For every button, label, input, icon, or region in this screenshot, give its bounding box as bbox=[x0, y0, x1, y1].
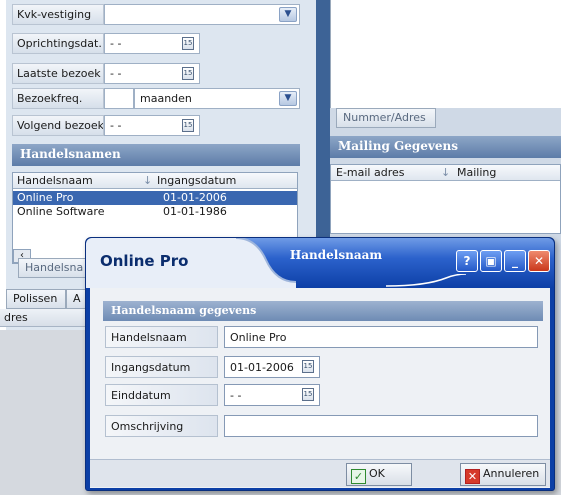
table-row[interactable]: Online Pro 01-01-2006 bbox=[13, 191, 297, 205]
row-name: Online Pro bbox=[17, 191, 74, 204]
volgend-bezoek-field[interactable]: - - 15 bbox=[104, 115, 200, 136]
laatste-bezoek-field[interactable]: - - 15 bbox=[104, 63, 200, 84]
ok-label: OK bbox=[369, 467, 385, 480]
row-name: Online Software bbox=[17, 205, 105, 218]
handelsnaam-input[interactable]: Online Pro bbox=[224, 326, 538, 348]
bezoekfreq-unit-value: maanden bbox=[140, 92, 192, 105]
grid-header: E-mail adres ↓ Mailing bbox=[331, 165, 560, 181]
chevron-down-icon[interactable]: ▼ bbox=[279, 91, 297, 106]
calendar-icon[interactable]: 15 bbox=[182, 119, 194, 132]
help-icon[interactable]: ? bbox=[456, 250, 478, 272]
handelsnaam-label: Handelsnaam bbox=[105, 326, 218, 348]
options-icon[interactable]: ▣ bbox=[480, 250, 502, 272]
sort-arrow-icon: ↓ bbox=[441, 166, 451, 179]
annuleren-label: Annuleren bbox=[483, 467, 540, 480]
ingangsdatum-label: Ingangsdatum bbox=[105, 356, 218, 378]
laatste-bezoek-value: - - bbox=[110, 67, 122, 80]
calendar-icon[interactable]: 15 bbox=[302, 388, 314, 401]
dialog-body: Handelsnaam gegevens Handelsnaam Online … bbox=[90, 288, 550, 488]
laatste-bezoek-label: Laatste bezoek bbox=[12, 63, 104, 84]
column-header-ingangsdatum[interactable]: Ingangsdatum bbox=[157, 174, 236, 187]
kvk-vestiging-select[interactable]: ▼ bbox=[104, 4, 300, 25]
cancel-x-icon: ✕ bbox=[465, 469, 480, 484]
checkmark-icon: ✓ bbox=[351, 469, 366, 484]
kvk-vestiging-label: Kvk-vestiging bbox=[12, 4, 104, 25]
ingangsdatum-input[interactable]: 01-01-2006 15 bbox=[224, 356, 320, 378]
dialog-record-title: Online Pro bbox=[100, 252, 189, 270]
sort-arrow-icon: ↓ bbox=[143, 174, 153, 187]
ingangsdatum-value: 01-01-2006 bbox=[230, 361, 294, 374]
calendar-icon[interactable]: 15 bbox=[182, 67, 194, 80]
dialog-title: Handelsnaam bbox=[289, 248, 383, 262]
volgend-bezoek-value: - - bbox=[110, 119, 122, 132]
einddatum-label: Einddatum bbox=[105, 384, 218, 406]
minimize-icon[interactable]: _ bbox=[504, 250, 526, 272]
calendar-icon[interactable]: 15 bbox=[182, 37, 194, 50]
ok-button[interactable]: ✓ OK bbox=[346, 463, 412, 486]
einddatum-value: - - bbox=[230, 389, 242, 402]
calendar-icon[interactable]: 15 bbox=[302, 360, 314, 373]
annuleren-button[interactable]: ✕ Annuleren bbox=[460, 463, 546, 486]
close-icon[interactable]: ✕ bbox=[528, 250, 550, 272]
row-date: 01-01-1986 bbox=[163, 205, 227, 218]
tab-polissen[interactable]: Polissen bbox=[6, 289, 66, 309]
right-panel-content bbox=[330, 0, 561, 108]
einddatum-input[interactable]: - - 15 bbox=[224, 384, 320, 406]
column-header-mailing[interactable]: Mailing bbox=[457, 166, 496, 179]
title-wave-decoration bbox=[386, 274, 466, 287]
oprichtingsdatum-value: - - bbox=[110, 37, 122, 50]
bezoekfreq-number-field[interactable] bbox=[104, 88, 134, 109]
bezoekfreq-label: Bezoekfreq. bbox=[12, 88, 104, 109]
column-header-email[interactable]: E-mail adres bbox=[336, 166, 405, 179]
column-header-adres[interactable]: dres bbox=[0, 309, 90, 327]
grid-header: Handelsnaam ↓ Ingangsdatum bbox=[13, 173, 297, 189]
tab-handelsnamen[interactable]: Handelsna bbox=[18, 258, 88, 278]
handelsnaam-dialog: Online Pro Handelsnaam ? ▣ _ ✕ Handelsna… bbox=[85, 237, 555, 491]
column-header-handelsnaam[interactable]: Handelsnaam bbox=[17, 174, 93, 187]
omschrijving-label: Omschrijving bbox=[105, 415, 218, 437]
tab-nummer-adres[interactable]: Nummer/Adres bbox=[336, 108, 436, 128]
dialog-titlebar[interactable]: Online Pro Handelsnaam ? ▣ _ ✕ bbox=[86, 238, 554, 288]
table-row[interactable]: Online Software 01-01-1986 bbox=[13, 205, 297, 219]
mailing-grid: E-mail adres ↓ Mailing bbox=[330, 164, 561, 234]
omschrijving-input[interactable] bbox=[224, 415, 538, 437]
group-title: Handelsnaam gegevens bbox=[103, 301, 543, 321]
dialog-footer: ✓ OK ✕ Annuleren bbox=[90, 459, 550, 487]
oprichtingsdatum-label: Oprichtingsdat. bbox=[12, 33, 104, 54]
row-date: 01-01-2006 bbox=[163, 191, 227, 204]
chevron-down-icon[interactable]: ▼ bbox=[279, 7, 297, 22]
bezoekfreq-unit-select[interactable]: maanden ▼ bbox=[134, 88, 300, 109]
oprichtingsdatum-field[interactable]: - - 15 bbox=[104, 33, 200, 54]
handelsnamen-header: Handelsnamen bbox=[12, 144, 300, 166]
mailing-gegevens-header: Mailing Gegevens bbox=[330, 136, 561, 158]
volgend-bezoek-label: Volgend bezoek bbox=[12, 115, 104, 136]
